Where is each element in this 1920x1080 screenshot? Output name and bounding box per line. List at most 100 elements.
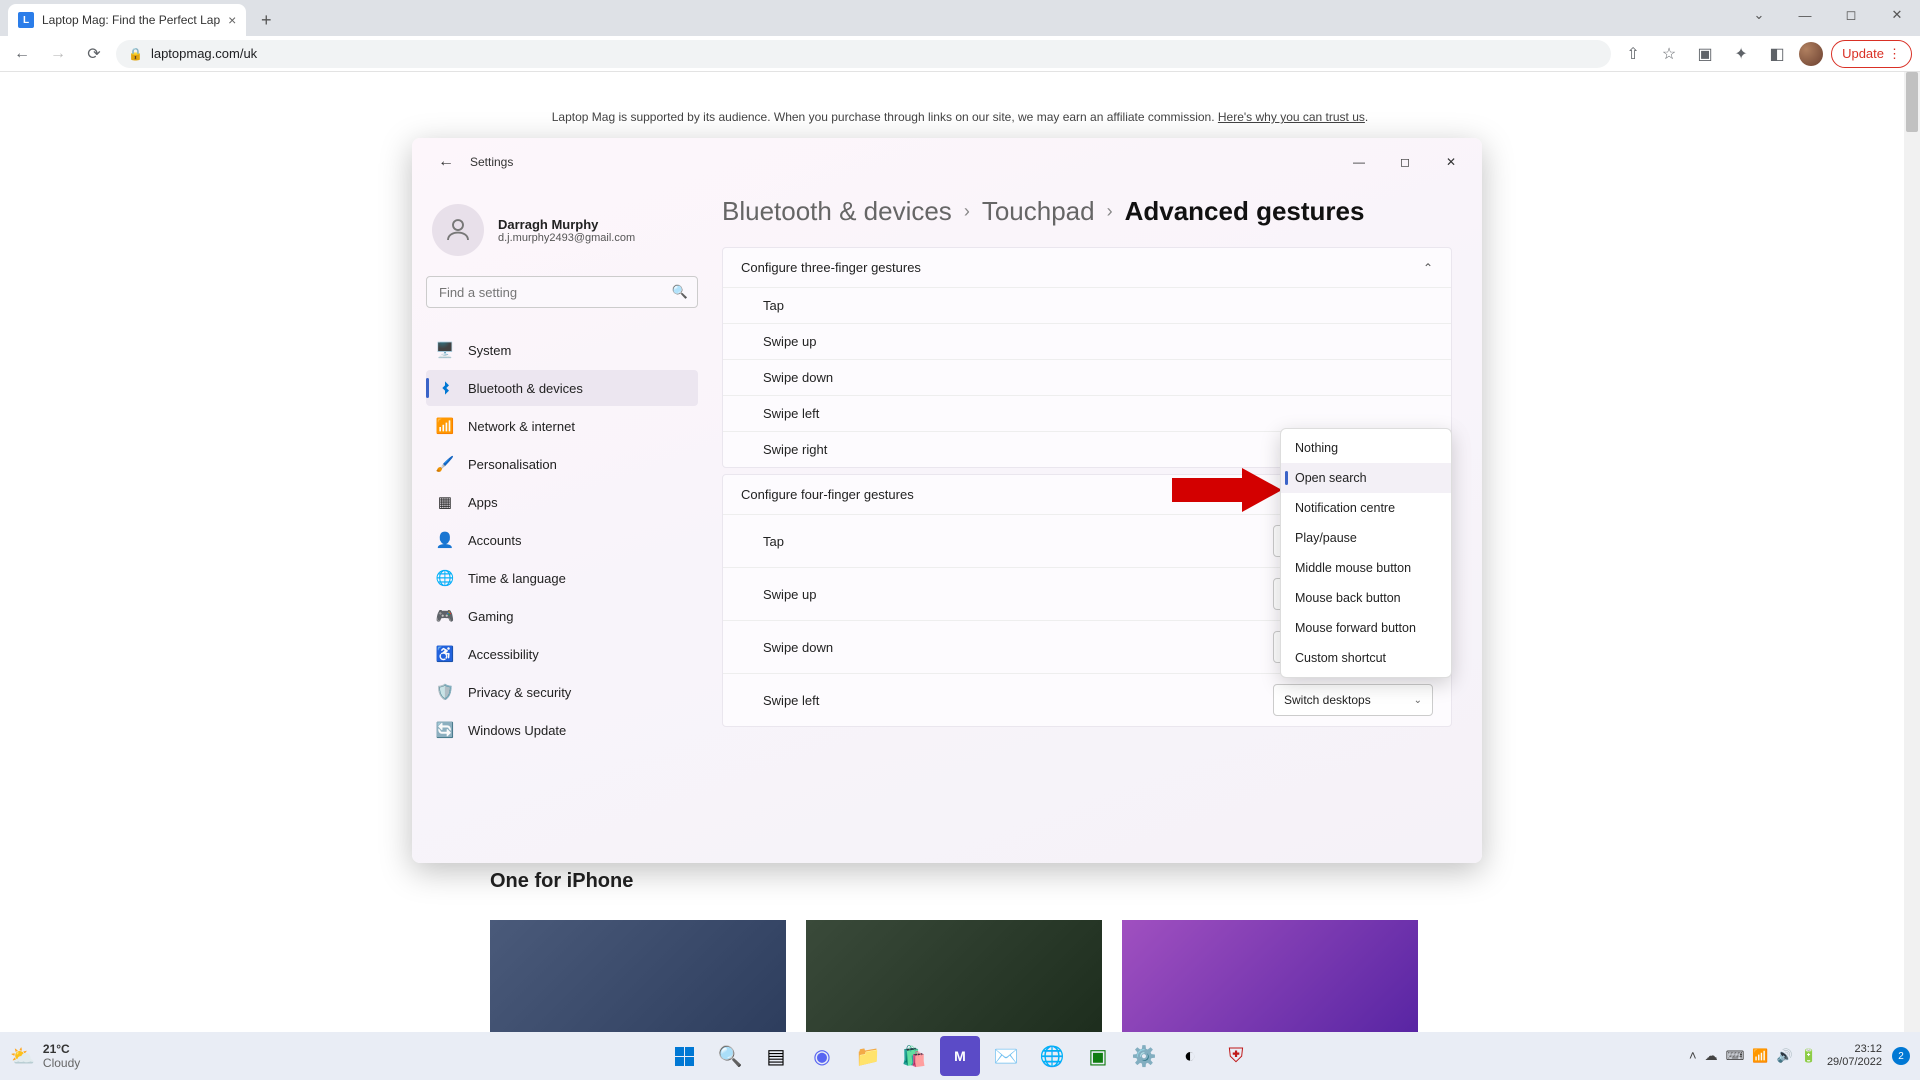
favicon-icon: L — [18, 12, 34, 28]
sidebar-item-accounts[interactable]: 👤 Accounts — [426, 522, 698, 558]
user-block[interactable]: Darragh Murphy d.j.murphy2493@gmail.com — [426, 194, 698, 276]
nav-icon: 👤 — [436, 531, 454, 549]
steam-icon[interactable]: ◐ — [1170, 1036, 1210, 1076]
extensions-icon[interactable]: ✦ — [1727, 40, 1755, 68]
sidepanel-icon[interactable]: ◧ — [1763, 40, 1791, 68]
xbox-icon[interactable]: ▣ — [1078, 1036, 1118, 1076]
discord-icon[interactable]: ◉ — [802, 1036, 842, 1076]
start-button[interactable] — [664, 1036, 704, 1076]
chrome-icon[interactable]: 🌐 — [1032, 1036, 1072, 1076]
chevron-right-icon: › — [964, 201, 970, 222]
reload-button[interactable]: ⟳ — [80, 40, 108, 68]
extension1-icon[interactable]: ▣ — [1691, 40, 1719, 68]
app-icon[interactable]: M — [940, 1036, 980, 1076]
share-icon[interactable]: ⇧ — [1619, 40, 1647, 68]
update-button[interactable]: Update ⋮ — [1831, 40, 1912, 68]
window-maximize-button[interactable]: ◻ — [1382, 146, 1428, 178]
nav-icon: 🎮 — [436, 607, 454, 625]
mcafee-icon[interactable]: ⛨ — [1216, 1036, 1256, 1076]
address-bar[interactable]: 🔒 laptopmag.com/uk — [116, 40, 1611, 68]
clock[interactable]: 23:12 29/07/2022 — [1827, 1043, 1882, 1069]
dropdown-option[interactable]: Custom shortcut — [1281, 643, 1451, 673]
tab-close-icon[interactable]: × — [228, 12, 236, 28]
nav-label: Privacy & security — [468, 685, 571, 700]
task-view-icon[interactable]: ▤ — [756, 1036, 796, 1076]
settings-back-button[interactable]: ← — [430, 146, 462, 178]
sidebar-item-gaming[interactable]: 🎮 Gaming — [426, 598, 698, 634]
sidebar-item-system[interactable]: 🖥️System — [426, 332, 698, 368]
wifi-icon[interactable]: 📶 — [1752, 1048, 1768, 1064]
sidebar-item-privacy-security[interactable]: 🛡️Privacy & security — [426, 674, 698, 710]
gesture-label: Swipe up — [763, 587, 816, 602]
forward-button[interactable]: → — [44, 40, 72, 68]
dropdown-option[interactable]: Notification centre — [1281, 493, 1451, 523]
bookmark-icon[interactable]: ☆ — [1655, 40, 1683, 68]
expander-header[interactable]: Configure three-finger gestures ⌃ — [723, 248, 1451, 287]
nav-label: Apps — [468, 495, 498, 510]
nav-icon — [436, 379, 454, 397]
taskbar-search-icon[interactable]: 🔍 — [710, 1036, 750, 1076]
sidebar-item-personalisation[interactable]: 🖌️Personalisation — [426, 446, 698, 482]
os-maximize-button[interactable]: ◻ — [1828, 0, 1874, 30]
tray-icons[interactable]: ˄ ☁ ⌨ 📶 🔊 🔋 — [1689, 1048, 1817, 1064]
nav-icon: 🖌️ — [436, 455, 454, 473]
browser-tab[interactable]: L Laptop Mag: Find the Perfect Lap × — [8, 4, 246, 36]
breadcrumb-item[interactable]: Bluetooth & devices — [722, 196, 952, 227]
dropdown-option[interactable]: Open search — [1281, 463, 1451, 493]
scrollbar-thumb[interactable] — [1906, 72, 1918, 132]
language-icon[interactable]: ⌨ — [1726, 1048, 1745, 1064]
profile-avatar[interactable] — [1799, 42, 1823, 66]
dropdown-option[interactable]: Mouse forward button — [1281, 613, 1451, 643]
sidebar-item-network-internet[interactable]: 📶Network & internet — [426, 408, 698, 444]
disclaimer-link[interactable]: Here's why you can trust us — [1218, 110, 1365, 124]
gesture-row: Swipe up — [723, 323, 1451, 359]
gesture-row: Swipe left — [723, 395, 1451, 431]
more-icon: ⋮ — [1888, 46, 1901, 62]
volume-icon[interactable]: 🔊 — [1777, 1048, 1793, 1064]
notification-badge[interactable]: 2 — [1892, 1047, 1910, 1065]
tray-chevron-icon[interactable]: ˄ — [1689, 1048, 1697, 1064]
store-icon[interactable]: 🛍️ — [894, 1036, 934, 1076]
mail-icon[interactable]: ✉️ — [986, 1036, 1026, 1076]
battery-icon[interactable]: 🔋 — [1801, 1048, 1817, 1064]
file-explorer-icon[interactable]: 📁 — [848, 1036, 888, 1076]
page-scrollbar[interactable] — [1904, 72, 1920, 1032]
window-close-button[interactable]: ✕ — [1428, 146, 1474, 178]
nav-label: Gaming — [468, 609, 514, 624]
taskbar-apps: 🔍 ▤ ◉ 📁 🛍️ M ✉️ 🌐 ▣ ⚙️ ◐ ⛨ — [664, 1036, 1256, 1076]
breadcrumb: Bluetooth & devices › Touchpad › Advance… — [722, 196, 1452, 227]
weather-widget[interactable]: ⛅ 21°C Cloudy — [10, 1042, 80, 1070]
dropdown-option[interactable]: Play/pause — [1281, 523, 1451, 553]
dropdown-option[interactable]: Middle mouse button — [1281, 553, 1451, 583]
gesture-dropdown[interactable]: Switch desktops⌄ — [1273, 684, 1433, 716]
disclaimer-text: Laptop Mag is supported by its audience.… — [552, 110, 1218, 124]
settings-sidebar: Darragh Murphy d.j.murphy2493@gmail.com … — [412, 186, 712, 863]
sidebar-item-time-language[interactable]: 🌐Time & language — [426, 560, 698, 596]
nav-label: Network & internet — [468, 419, 575, 434]
dropdown-option[interactable]: Nothing — [1281, 433, 1451, 463]
sidebar-item-bluetooth-devices[interactable]: Bluetooth & devices — [426, 370, 698, 406]
tap-dropdown-menu: NothingOpen searchNotification centrePla… — [1280, 428, 1452, 678]
toolbar-right: ⇧ ☆ ▣ ✦ ◧ Update ⋮ — [1619, 40, 1912, 68]
nav-label: Accounts — [468, 533, 521, 548]
onedrive-icon[interactable]: ☁ — [1705, 1048, 1718, 1064]
gesture-row: Swipe leftSwitch desktops⌄ — [723, 673, 1451, 726]
new-tab-button[interactable]: + — [252, 6, 280, 34]
window-minimize-button[interactable]: — — [1336, 146, 1382, 178]
sidebar-item-apps[interactable]: ▦Apps — [426, 484, 698, 520]
os-close-button[interactable]: ✕ — [1874, 0, 1920, 30]
settings-search-input[interactable] — [426, 276, 698, 308]
os-chevron-down-icon[interactable]: ⌄ — [1736, 0, 1782, 30]
os-minimize-button[interactable]: — — [1782, 0, 1828, 30]
settings-search: 🔍 — [426, 276, 698, 308]
sidebar-item-accessibility[interactable]: ♿Accessibility — [426, 636, 698, 672]
nav-label: Accessibility — [468, 647, 539, 662]
gesture-label: Tap — [763, 534, 784, 549]
breadcrumb-item[interactable]: Touchpad — [982, 196, 1095, 227]
settings-icon[interactable]: ⚙️ — [1124, 1036, 1164, 1076]
sidebar-item-windows-update[interactable]: 🔄Windows Update — [426, 712, 698, 748]
nav-icon: 🌐 — [436, 569, 454, 587]
back-button[interactable]: ← — [8, 40, 36, 68]
url-text: laptopmag.com/uk — [151, 46, 257, 61]
dropdown-option[interactable]: Mouse back button — [1281, 583, 1451, 613]
